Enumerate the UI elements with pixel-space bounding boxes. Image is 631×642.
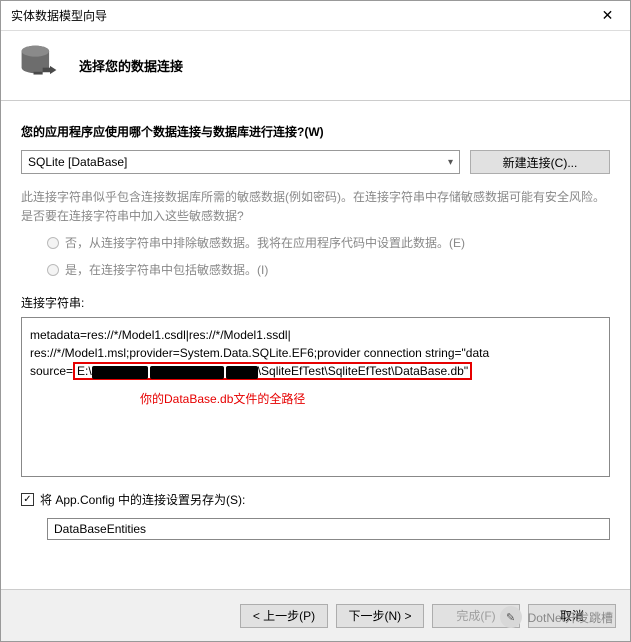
wizard-footer: < 上一步(P) 下一步(N) > 完成(F) 取消 xyxy=(1,589,630,641)
connection-selected-value: SQLite [DataBase] xyxy=(28,155,127,169)
radio-icon xyxy=(47,237,59,249)
highlighted-path: E:\\SqliteEfTest\SqliteEfTest\DataBase.d… xyxy=(73,362,472,380)
connection-string-label: 连接字符串: xyxy=(21,294,610,311)
radio-include-sensitive: 是，在连接字符串中包括敏感数据。(I) xyxy=(47,261,610,278)
cancel-button[interactable]: 取消 xyxy=(528,604,616,628)
save-config-row: ✓ 将 App.Config 中的连接设置另存为(S): xyxy=(21,491,610,508)
sensitive-data-info: 此连接字符串似乎包含连接数据库所需的敏感数据(例如密码)。在连接字符串中存储敏感… xyxy=(21,188,610,226)
wizard-subtitle: 选择您的数据连接 xyxy=(79,56,183,75)
path-annotation: 你的DataBase.db文件的全路径 xyxy=(140,390,601,408)
save-config-label: 将 App.Config 中的连接设置另存为(S): xyxy=(40,491,245,508)
connection-dropdown[interactable]: SQLite [DataBase] ▾ xyxy=(21,150,460,174)
wizard-header: 选择您的数据连接 xyxy=(1,31,630,101)
conn-string-line: metadata=res://*/Model1.csdl|res://*/Mod… xyxy=(30,326,601,344)
conn-string-line: source=E:\\SqliteEfTest\SqliteEfTest\Dat… xyxy=(30,362,601,380)
redacted-segment xyxy=(226,366,258,379)
chevron-down-icon: ▾ xyxy=(448,157,453,168)
radio-exclude-sensitive: 否，从连接字符串中排除敏感数据。我将在应用程序代码中设置此数据。(E) xyxy=(47,234,610,251)
previous-button[interactable]: < 上一步(P) xyxy=(240,604,328,628)
close-icon: ✕ xyxy=(602,7,614,24)
finish-button: 完成(F) xyxy=(432,604,520,628)
connection-string-textbox[interactable]: metadata=res://*/Model1.csdl|res://*/Mod… xyxy=(21,317,610,477)
database-icon xyxy=(17,42,61,89)
conn-string-line: res://*/Model1.msl;provider=System.Data.… xyxy=(30,344,601,362)
redacted-segment xyxy=(92,366,148,379)
redacted-segment xyxy=(150,366,224,379)
save-config-checkbox[interactable]: ✓ xyxy=(21,493,34,506)
radio-icon xyxy=(47,264,59,276)
close-button[interactable]: ✕ xyxy=(585,1,630,30)
connection-prompt: 您的应用程序应使用哪个数据连接与数据库进行连接?(W) xyxy=(21,123,610,140)
wizard-content: 您的应用程序应使用哪个数据连接与数据库进行连接?(W) SQLite [Data… xyxy=(1,101,630,589)
next-button[interactable]: 下一步(N) > xyxy=(336,604,424,628)
new-connection-button[interactable]: 新建连接(C)... xyxy=(470,150,610,174)
entity-name-input[interactable]: DataBaseEntities xyxy=(47,518,610,540)
titlebar: 实体数据模型向导 ✕ xyxy=(1,1,630,31)
wizard-window: 实体数据模型向导 ✕ 选择您的数据连接 您的应用程序应使用哪个数据连接与数据库进… xyxy=(0,0,631,642)
window-title: 实体数据模型向导 xyxy=(11,7,585,24)
